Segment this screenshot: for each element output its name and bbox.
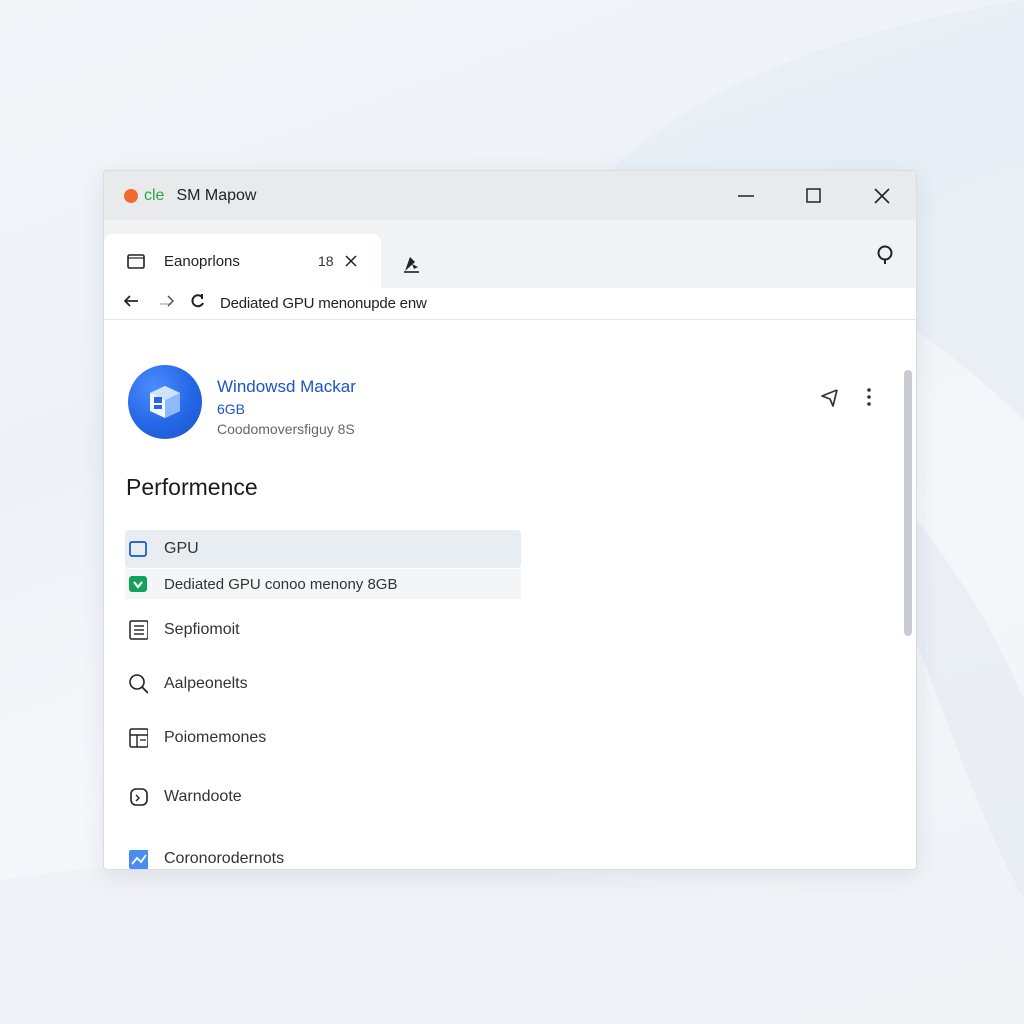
- menu-item-label: Sepfiomoit: [164, 621, 240, 638]
- menu-item-label: Warndoote: [164, 788, 242, 805]
- rounded-frame-icon: [128, 787, 148, 807]
- main-content: Windowsd Mackar 6GB Coodomoversfiguy 8S …: [104, 320, 916, 869]
- close-icon: [345, 255, 357, 267]
- address-input[interactable]: Dediated GPU menonupde enw: [220, 295, 427, 312]
- refresh-button[interactable]: [190, 292, 206, 315]
- app-subtitle: Coodomoversfiguy 8S: [217, 421, 355, 437]
- app-icon: [128, 365, 202, 439]
- menu-item-label: Poiomemones: [164, 729, 267, 746]
- tab-active[interactable]: Eanoprlons 18: [104, 234, 381, 288]
- new-tab-button[interactable]: [402, 252, 422, 279]
- forward-button[interactable]: [158, 292, 180, 315]
- refresh-icon: [191, 294, 204, 308]
- menu-item-dedicated-gpu[interactable]: Dediated GPU conoo menony 8GB: [125, 569, 521, 599]
- more-vertical-icon: [867, 388, 871, 406]
- tab-count: 18: [318, 253, 334, 269]
- menu-item-label: GPU: [164, 540, 199, 557]
- menu-item-gpu[interactable]: GPU: [125, 530, 521, 568]
- search-icon: [877, 245, 893, 264]
- cube-icon: [150, 386, 180, 418]
- menu-item-aalpeonelts[interactable]: Aalpeonelts: [125, 672, 521, 696]
- minimize-icon: [738, 194, 754, 197]
- menu-item-label: Aalpeonelts: [164, 675, 248, 692]
- tab-close-button[interactable]: [344, 254, 358, 268]
- check-badge-icon: [128, 574, 148, 594]
- window-controls: [712, 171, 916, 220]
- share-icon: [821, 389, 838, 407]
- square-outline-icon: [128, 539, 148, 559]
- more-options-button[interactable]: [862, 386, 876, 413]
- app-dot-icon: [124, 188, 138, 203]
- app-window: cle SM Mapow Eanoprlons 18 Dediated GPU …: [103, 170, 917, 870]
- image-icon: [128, 849, 148, 869]
- minimize-button[interactable]: [712, 171, 780, 220]
- menu-item-warndoote[interactable]: Warndoote: [125, 785, 521, 809]
- tab-label: Eanoprlons: [164, 252, 240, 270]
- search-profile-button[interactable]: [874, 244, 896, 271]
- window-title: SM Mapow: [176, 186, 257, 204]
- search-icon: [128, 674, 148, 694]
- maximize-button[interactable]: [780, 171, 848, 220]
- share-button[interactable]: [818, 386, 840, 413]
- scrollbar[interactable]: [904, 370, 912, 636]
- address-bar: Dediated GPU menonupde enw: [104, 288, 916, 320]
- app-prefix: cle: [144, 186, 165, 204]
- maximize-icon: [806, 187, 821, 203]
- app-size: 6GB: [217, 401, 246, 417]
- panel-grid-icon: [128, 728, 148, 748]
- menu-item-label: Dediated GPU conoo menony 8GB: [164, 575, 398, 593]
- arrow-left-icon: [123, 295, 138, 307]
- tab-page-icon: [127, 254, 145, 269]
- menu-item-poiomemones[interactable]: Poiomemones: [125, 726, 521, 750]
- pen-icon: [404, 257, 419, 273]
- document-list-icon: [128, 620, 148, 640]
- section-title: Performence: [126, 474, 258, 500]
- app-name: Windowsd Mackar: [217, 377, 356, 396]
- menu-item-sepfiomoit[interactable]: Sepfiomoit: [125, 618, 521, 642]
- menu-item-label: Coronorodernots: [164, 850, 285, 867]
- arrow-forward-icon: [160, 295, 175, 307]
- tab-bar: Eanoprlons 18: [104, 220, 916, 288]
- back-button[interactable]: [122, 292, 140, 315]
- close-icon: [874, 187, 890, 204]
- close-window-button[interactable]: [848, 171, 916, 220]
- menu-item-coronorodernots[interactable]: Coronorodernots: [125, 847, 521, 869]
- title-bar: cle SM Mapow: [104, 171, 916, 220]
